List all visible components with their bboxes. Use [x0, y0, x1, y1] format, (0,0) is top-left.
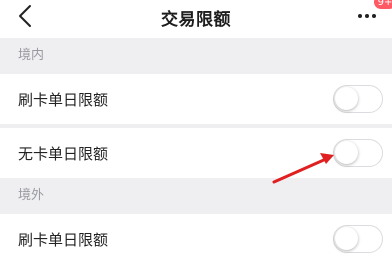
toggle-overseas-card-daily-limit[interactable]: [333, 225, 383, 253]
toggle-knob: [335, 87, 358, 110]
row-overseas-card-daily-limit[interactable]: 刷卡单日限额: [0, 214, 392, 264]
row-label: 无卡单日限额: [18, 145, 109, 163]
row-label: 刷卡单日限额: [18, 231, 109, 249]
row-domestic-card-daily-limit[interactable]: 刷卡单日限额: [0, 74, 392, 124]
page-title: 交易限额: [161, 10, 231, 30]
navigation-bar: 交易限额 9+: [0, 0, 392, 38]
toggle-domestic-card-daily-limit[interactable]: [333, 85, 383, 113]
section-label-overseas: 境外: [18, 188, 45, 203]
more-dot: [365, 14, 369, 18]
more-dot: [372, 14, 376, 18]
red-arrow-annotation: [272, 153, 334, 184]
section-label-domestic: 境内: [18, 48, 45, 63]
more-dots-icon: [358, 14, 362, 18]
notification-badge: 9+: [373, 0, 392, 10]
row-label: 刷卡单日限额: [18, 91, 109, 109]
toggle-knob: [335, 227, 358, 250]
